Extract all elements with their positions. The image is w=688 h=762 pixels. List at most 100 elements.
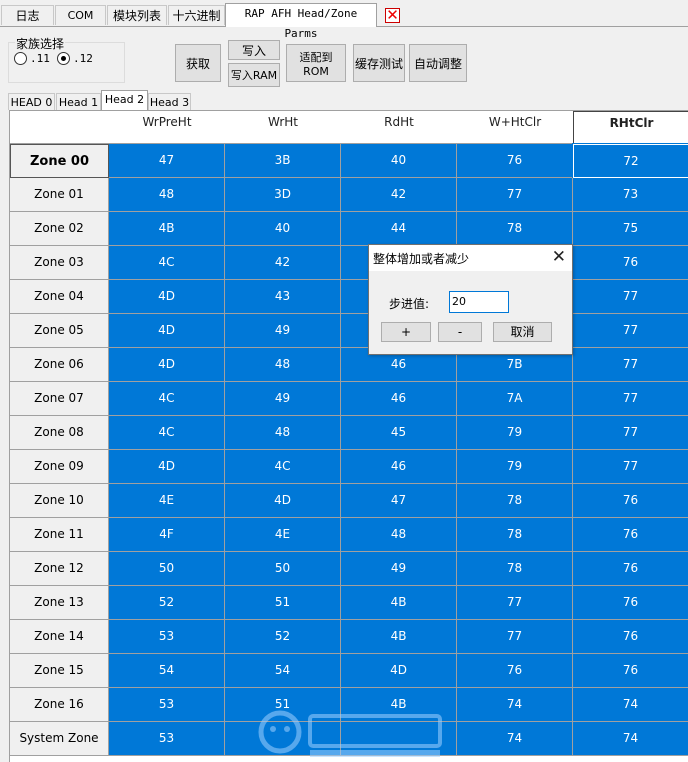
row-header[interactable]: Zone 14 [10, 620, 109, 654]
grid-cell[interactable]: 76 [573, 518, 688, 552]
grid-cell[interactable]: 44 [341, 212, 457, 246]
grid-cell[interactable]: 43 [225, 280, 341, 314]
grid-cell[interactable]: 77 [573, 280, 688, 314]
grid-cell[interactable]: 4D [109, 348, 225, 382]
grid-cell[interactable]: 74 [573, 688, 688, 722]
grid-cell[interactable]: 4C [109, 416, 225, 450]
step-input[interactable]: 20 [449, 291, 509, 313]
write-button[interactable]: 写入 [228, 40, 280, 60]
grid-cell[interactable]: 76 [573, 552, 688, 586]
tab-com[interactable]: COM [55, 5, 106, 25]
grid-cell[interactable]: 53 [109, 722, 225, 756]
grid-cell[interactable]: 4D [109, 450, 225, 484]
grid-cell[interactable]: 3B [225, 144, 341, 178]
row-header[interactable]: Zone 01 [10, 178, 109, 212]
adapt-rom-button[interactable]: 适配到ROM [286, 44, 346, 82]
grid-cell[interactable]: 4F [109, 518, 225, 552]
grid-cell[interactable]: 76 [573, 620, 688, 654]
head-tab-1[interactable]: Head 1 [56, 93, 101, 110]
family-radio-12[interactable] [57, 52, 70, 65]
grid-cell[interactable]: 51 [225, 586, 341, 620]
plus-button[interactable]: + [381, 322, 431, 342]
grid-cell[interactable]: 74 [457, 722, 573, 756]
grid-cell[interactable]: 4D [109, 314, 225, 348]
grid-cell[interactable]: 53 [109, 688, 225, 722]
get-button[interactable]: 获取 [175, 44, 221, 82]
row-header[interactable]: Zone 09 [10, 450, 109, 484]
minus-button[interactable]: - [438, 322, 482, 342]
grid-cell[interactable]: 42 [225, 246, 341, 280]
close-icon[interactable]: ✕ [385, 6, 400, 24]
grid-cell[interactable]: 42 [341, 178, 457, 212]
family-radio-11[interactable] [14, 52, 27, 65]
grid-cell[interactable]: 46 [341, 450, 457, 484]
grid-cell[interactable]: 48 [109, 178, 225, 212]
grid-cell[interactable]: 76 [457, 654, 573, 688]
grid-cell[interactable]: 78 [457, 212, 573, 246]
grid-cell[interactable]: 75 [573, 212, 688, 246]
row-header[interactable]: Zone 05 [10, 314, 109, 348]
auto-adjust-button[interactable]: 自动调整 [409, 44, 467, 82]
grid-cell[interactable]: 77 [573, 382, 688, 416]
row-header[interactable]: Zone 03 [10, 246, 109, 280]
grid-cell[interactable]: 77 [457, 586, 573, 620]
grid-cell[interactable]: 50 [109, 552, 225, 586]
grid-cell[interactable]: 76 [573, 586, 688, 620]
tab-hex[interactable]: 十六进制 [168, 5, 225, 25]
grid-cell[interactable]: 4C [109, 382, 225, 416]
column-header-rdht[interactable]: RdHt [341, 111, 458, 144]
row-header[interactable]: Zone 16 [10, 688, 109, 722]
grid-cell[interactable]: 77 [573, 416, 688, 450]
tab-module-list[interactable]: 模块列表 [107, 5, 167, 25]
grid-cell[interactable]: 53 [109, 620, 225, 654]
row-header[interactable]: Zone 00 [10, 144, 109, 178]
head-tab-2[interactable]: Head 2 [101, 90, 148, 111]
grid-cell[interactable]: 7A [457, 382, 573, 416]
grid-cell[interactable]: 76 [573, 246, 688, 280]
grid-cell[interactable]: 73 [573, 178, 688, 212]
grid-cell[interactable]: 77 [573, 450, 688, 484]
grid-cell[interactable]: 74 [457, 688, 573, 722]
grid-cell[interactable]: 4C [225, 450, 341, 484]
grid-cell[interactable]: 72 [572, 143, 688, 179]
cancel-button[interactable]: 取消 [493, 322, 552, 342]
column-header-wrht[interactable]: WrHt [225, 111, 342, 144]
grid-cell[interactable]: 49 [225, 314, 341, 348]
grid-cell[interactable]: 76 [573, 654, 688, 688]
cache-test-button[interactable]: 缓存测试 [353, 44, 405, 82]
grid-cell[interactable]: 45 [341, 416, 457, 450]
grid-cell[interactable]: 50 [225, 552, 341, 586]
grid-cell[interactable]: 79 [457, 416, 573, 450]
grid-cell[interactable]: 52 [225, 620, 341, 654]
row-header[interactable]: System Zone [10, 722, 109, 756]
grid-cell[interactable]: 48 [341, 518, 457, 552]
grid-cell[interactable]: 4C [109, 246, 225, 280]
row-header[interactable]: Zone 02 [10, 212, 109, 246]
tab-rap-afh[interactable]: RAP AFH Head/Zone Parms [225, 3, 377, 40]
grid-cell[interactable]: 47 [341, 484, 457, 518]
row-header[interactable]: Zone 15 [10, 654, 109, 688]
grid-cell[interactable]: 4B [109, 212, 225, 246]
grid-cell[interactable]: 48 [225, 416, 341, 450]
grid-cell[interactable]: 40 [341, 144, 457, 178]
grid-cell[interactable]: 4D [109, 280, 225, 314]
grid-cell[interactable]: 77 [457, 620, 573, 654]
grid-cell[interactable]: 78 [457, 484, 573, 518]
grid-cell[interactable]: 74 [573, 722, 688, 756]
grid-cell[interactable]: 54 [109, 654, 225, 688]
grid-cell[interactable]: 79 [457, 450, 573, 484]
close-icon[interactable]: ✕ [552, 247, 566, 267]
grid-cell[interactable]: 4B [341, 586, 457, 620]
grid-cell[interactable]: 4E [109, 484, 225, 518]
row-header[interactable]: Zone 12 [10, 552, 109, 586]
grid-cell[interactable]: 40 [225, 212, 341, 246]
tab-log[interactable]: 日志 [1, 5, 54, 25]
grid-cell[interactable]: 76 [573, 484, 688, 518]
grid-cell[interactable]: 49 [341, 552, 457, 586]
row-header[interactable]: Zone 13 [10, 586, 109, 620]
grid-cell[interactable]: 76 [457, 144, 573, 178]
grid-cell[interactable]: 49 [225, 382, 341, 416]
grid-cell[interactable]: 47 [109, 144, 225, 178]
grid-cell[interactable]: 78 [457, 552, 573, 586]
write-ram-button[interactable]: 写入RAM [228, 63, 280, 87]
